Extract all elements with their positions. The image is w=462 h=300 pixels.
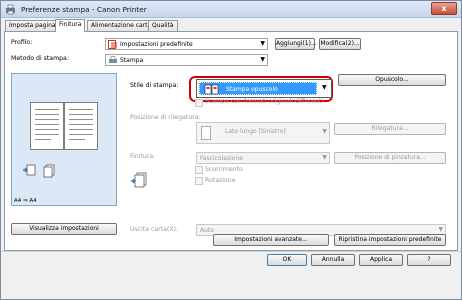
chevron-down-icon: ▼: [322, 128, 327, 135]
print-style-label: Stile di stampa:: [130, 82, 179, 89]
divider: [1, 251, 461, 252]
apply-button[interactable]: Applica: [359, 254, 403, 266]
output-method-select[interactable]: Stampa ▼: [105, 54, 268, 66]
print-style-select[interactable]: Stampa opuscolo ▼: [196, 79, 332, 98]
output-tray-label: Uscita carta(X):: [130, 226, 179, 233]
chevron-down-icon: ▼: [260, 56, 265, 63]
offset-label: Scorrimento: [205, 166, 243, 173]
profile-label: Profilo:: [11, 39, 33, 46]
rotate-label: Rotazione: [205, 177, 236, 184]
tab-quality[interactable]: Qualità: [148, 20, 178, 31]
printing-preferences-window: Preferenze stampa - Canon Printer x Impo…: [0, 0, 462, 300]
finishing-output-icon: [131, 171, 149, 191]
title-bar: Preferenze stampa - Canon Printer x: [1, 1, 461, 18]
edit-profile-button[interactable]: Modifica(2)...: [319, 38, 361, 50]
tab-paper-source[interactable]: Alimentazione carta: [87, 20, 156, 31]
output-method-label: Metodo di stampa:: [11, 55, 69, 62]
finishing-value: Fascicolazione: [200, 155, 243, 162]
tab-finishing[interactable]: Finitura: [55, 19, 86, 32]
mixed-sizes-checkbox[interactable]: [195, 99, 203, 107]
booklet-left-page: [30, 102, 64, 150]
cancel-button[interactable]: Annulla: [311, 254, 355, 266]
print-style-value: Stampa opuscolo: [226, 86, 278, 93]
chevron-down-icon: ▼: [322, 84, 327, 91]
tab-label: Alimentazione carta: [91, 22, 152, 29]
rotate-checkbox[interactable]: [195, 177, 203, 185]
output-tray-value: Auto: [200, 227, 214, 234]
ok-button[interactable]: OK: [267, 254, 307, 266]
binding-button[interactable]: Rilegatura...: [334, 123, 446, 135]
binding-location-value: Lato lungo [Sinistro]: [225, 128, 286, 135]
offset-checkbox[interactable]: [195, 166, 203, 174]
profile-icon: [108, 40, 118, 51]
tab-label: Qualità: [152, 22, 174, 29]
staple-position-button[interactable]: Posizione di pinzatura...: [334, 152, 446, 164]
tab-label: Finitura: [59, 21, 82, 28]
advanced-settings-button[interactable]: Impostazioni avanzate...: [213, 234, 329, 246]
layout-preview: A4 ⇒ A4: [11, 73, 117, 206]
binding-page-icon: [201, 126, 211, 142]
collate-stack-icon: [42, 164, 56, 180]
finishing-label: Finitura:: [130, 153, 156, 160]
tab-page-setup[interactable]: Imposta pagina: [5, 20, 60, 31]
chevron-down-icon: ▼: [322, 154, 327, 161]
restore-defaults-button[interactable]: Ripristina impostazioni predefinite: [334, 234, 446, 246]
booklet-right-page: [64, 102, 98, 150]
booklet-button[interactable]: Opuscolo...: [338, 74, 446, 86]
binding-label: Posizione di rilegatura:: [130, 114, 201, 121]
help-button[interactable]: ?: [407, 254, 451, 266]
output-method-value: Stampa: [120, 57, 144, 64]
printer-icon: [108, 56, 118, 67]
mixed-sizes-label: Stampa con formati originali differenti: [205, 98, 324, 105]
binding-location-select[interactable]: Lato lungo [Sinistro] ▼: [196, 122, 330, 144]
window-title: Preferenze stampa - Canon Printer: [21, 5, 147, 14]
selected-option: Stampa opuscolo: [199, 82, 317, 95]
booklet-icon: [204, 84, 220, 97]
close-window-button[interactable]: x: [431, 2, 457, 15]
output-tray-icon: [22, 164, 38, 180]
chevron-down-icon: ▼: [260, 40, 265, 47]
paper-size-caption: A4 ⇒ A4: [14, 198, 37, 204]
printer-app-icon: [5, 4, 16, 15]
tab-label: Imposta pagina: [9, 22, 56, 29]
view-settings-button[interactable]: Visualizza impostazioni: [11, 223, 117, 235]
profile-value: Impostazioni predefinite: [120, 41, 193, 48]
close-icon: x: [441, 4, 447, 13]
finishing-select[interactable]: Fascicolazione ▼: [196, 152, 330, 164]
profile-select[interactable]: Impostazioni predefinite ▼: [105, 38, 268, 50]
add-profile-button[interactable]: Aggiungi(1)...: [275, 38, 317, 50]
